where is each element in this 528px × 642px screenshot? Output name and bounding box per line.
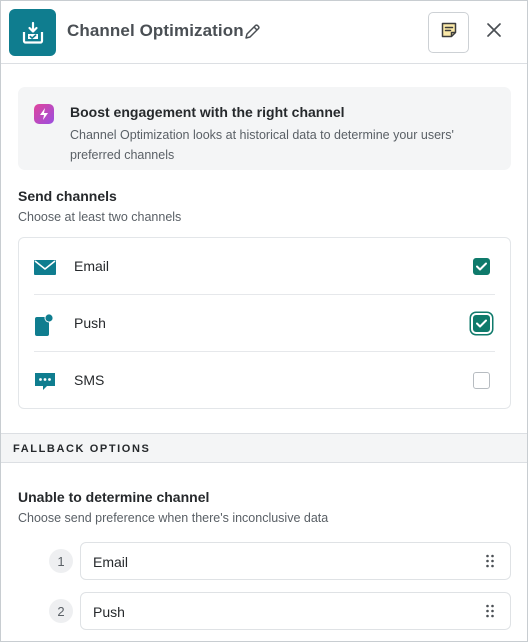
order-label: Push xyxy=(93,604,125,620)
send-channels-title: Send channels xyxy=(18,188,117,204)
notes-button[interactable] xyxy=(428,12,469,53)
push-checkbox[interactable] xyxy=(473,315,490,332)
drag-handle-icon[interactable] xyxy=(485,603,495,619)
panel-header: Channel Optimization xyxy=(1,1,527,64)
channel-row-push[interactable]: Push xyxy=(19,295,510,352)
fallback-order-item: 1 Email xyxy=(49,542,511,580)
mobile-push-icon xyxy=(33,313,57,336)
channel-label: Email xyxy=(74,258,110,274)
chat-bubble-icon xyxy=(33,370,57,392)
info-banner: Boost engagement with the right channel … xyxy=(18,87,511,170)
email-checkbox[interactable] xyxy=(473,258,490,275)
fallback-section-label: FALLBACK OPTIONS xyxy=(13,443,151,455)
info-title: Boost engagement with the right channel xyxy=(70,104,345,120)
channel-row-email[interactable]: Email xyxy=(19,238,510,295)
fallback-section-header: FALLBACK OPTIONS xyxy=(1,433,527,463)
send-channels-subtitle: Choose at least two channels xyxy=(18,210,182,224)
page-title: Channel Optimization xyxy=(67,21,244,40)
fallback-subtitle: Choose send preference when there's inco… xyxy=(18,511,329,525)
channel-row-sms[interactable]: SMS xyxy=(19,352,510,409)
fallback-order-item: 2 Push xyxy=(49,592,511,630)
close-button[interactable] xyxy=(483,21,505,43)
lightning-bolt-icon xyxy=(34,104,54,124)
channel-optimization-panel: Channel Optimization Boost engagement wi… xyxy=(0,0,528,642)
order-label: Email xyxy=(93,554,129,570)
channel-label: SMS xyxy=(74,372,105,388)
channel-list: Email Push SMS xyxy=(18,237,511,409)
fallback-option-push[interactable]: Push xyxy=(80,592,511,630)
inbox-download-icon xyxy=(9,9,56,56)
pencil-icon[interactable] xyxy=(243,23,261,41)
info-description: Channel Optimization looks at historical… xyxy=(70,128,454,162)
fallback-title: Unable to determine channel xyxy=(18,489,210,505)
drag-handle-icon[interactable] xyxy=(485,553,495,569)
envelope-icon xyxy=(33,256,57,278)
close-icon xyxy=(486,22,502,43)
sticky-note-icon xyxy=(440,21,458,44)
fallback-option-email[interactable]: Email xyxy=(80,542,511,580)
sms-checkbox[interactable] xyxy=(473,372,490,389)
order-number: 1 xyxy=(49,549,73,573)
order-number: 2 xyxy=(49,599,73,623)
channel-label: Push xyxy=(74,315,106,331)
